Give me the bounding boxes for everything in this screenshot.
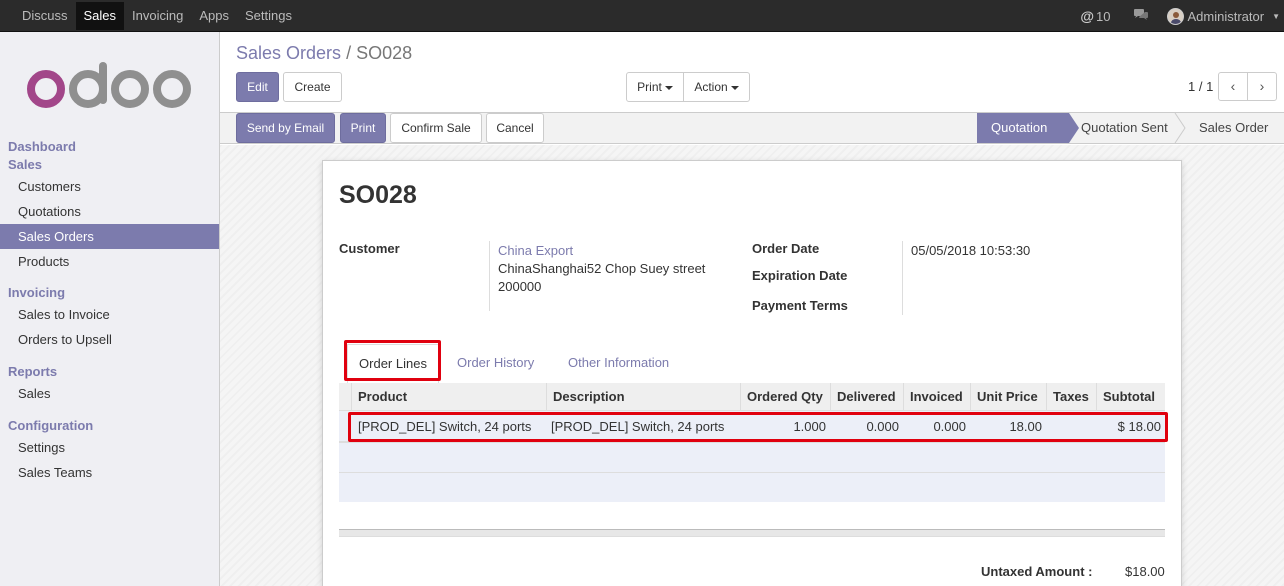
status-print-button[interactable]: Print xyxy=(340,113,386,143)
menu-head-reports[interactable]: Reports xyxy=(0,363,219,381)
pager-next-button[interactable]: › xyxy=(1247,72,1277,101)
header-delivered[interactable]: Delivered xyxy=(830,383,903,411)
order-title: SO028 xyxy=(339,181,417,209)
sidebar-item-settings[interactable]: Settings xyxy=(0,435,219,460)
tab-order-history[interactable]: Order History xyxy=(457,355,534,370)
menu-head-invoicing[interactable]: Invoicing xyxy=(0,284,219,302)
systray: @ 10 Administrator ▼ xyxy=(1080,0,1284,32)
customer-address-line-2: 200000 xyxy=(498,279,542,294)
header-product[interactable]: Product xyxy=(351,383,546,411)
menu-section-sales: Sales Customers Quotations Sales Orders … xyxy=(0,156,219,274)
pager-previous-button[interactable]: ‹ xyxy=(1218,72,1248,101)
menu-section-invoicing: Invoicing Sales to Invoice Orders to Ups… xyxy=(0,284,219,352)
sidebar: Dashboard Sales Customers Quotations Sal… xyxy=(0,32,220,586)
menu-head-sales[interactable]: Sales xyxy=(0,156,219,174)
expiration-date-label: Expiration Date xyxy=(752,268,848,283)
caret-down-icon xyxy=(730,85,739,90)
user-menu[interactable]: Administrator ▼ xyxy=(1166,7,1280,25)
sidebar-item-report-sales[interactable]: Sales xyxy=(0,381,219,406)
breadcrumb-parent[interactable]: Sales Orders xyxy=(236,43,341,63)
pager-value[interactable]: 1 / 1 xyxy=(1188,79,1213,94)
breadcrumb-current: SO028 xyxy=(356,43,413,63)
notebook-tabs: Order Lines Order History Other Informat… xyxy=(339,341,1165,384)
chat-icon[interactable] xyxy=(1133,8,1149,25)
sidebar-item-customers[interactable]: Customers xyxy=(0,174,219,199)
order-date-label: Order Date xyxy=(752,241,820,256)
mentions-button[interactable]: @ 10 xyxy=(1080,8,1110,24)
empty-table-row xyxy=(339,442,1165,472)
nav-settings[interactable]: Settings xyxy=(237,2,300,30)
header-subtotal[interactable]: Subtotal xyxy=(1096,383,1165,411)
create-button[interactable]: Create xyxy=(283,72,342,102)
stage-quotation-sent[interactable]: Quotation Sent xyxy=(1067,113,1175,143)
nav-discuss[interactable]: Discuss xyxy=(14,2,76,30)
customer-address-line-1: ChinaShanghai52 Chop Suey street xyxy=(498,261,706,276)
untaxed-amount-label: Untaxed Amount : xyxy=(981,564,1093,579)
header-unit-price[interactable]: Unit Price xyxy=(970,383,1046,411)
order-date-value[interactable]: 05/05/2018 10:53:30 xyxy=(911,243,1030,258)
caret-down-icon xyxy=(664,85,673,90)
header-handle-cell xyxy=(339,383,351,411)
chevron-right-icon: › xyxy=(1259,78,1265,94)
sidebar-item-sales-to-invoice[interactable]: Sales to Invoice xyxy=(0,302,219,327)
form-sheet: SO028 Customer China Export ChinaShangha… xyxy=(322,160,1182,586)
payment-terms-label: Payment Terms xyxy=(752,298,848,313)
breadcrumb: Sales Orders / SO028 xyxy=(236,43,412,64)
header-description[interactable]: Description xyxy=(546,383,740,411)
menu-head-configuration[interactable]: Configuration xyxy=(0,417,219,435)
sidebar-item-quotations[interactable]: Quotations xyxy=(0,199,219,224)
tab-other-information[interactable]: Other Information xyxy=(568,355,669,370)
table-footer xyxy=(339,529,1165,537)
header-ordered-qty[interactable]: Ordered Qty xyxy=(740,383,830,411)
edit-button[interactable]: Edit xyxy=(236,72,279,102)
nav-apps[interactable]: Apps xyxy=(191,2,237,30)
avatar xyxy=(1166,7,1184,25)
app-menu: Discuss Sales Invoicing Apps Settings xyxy=(14,0,300,32)
header-invoiced[interactable]: Invoiced xyxy=(903,383,970,411)
field-divider xyxy=(902,241,903,315)
chevron-down-icon: ▼ xyxy=(1272,11,1280,21)
table-header: Product Description Ordered Qty Delivere… xyxy=(339,383,1165,411)
print-dropdown-label: Print xyxy=(637,80,662,94)
sidebar-item-sales-teams[interactable]: Sales Teams xyxy=(0,460,219,485)
customer-link[interactable]: China Export xyxy=(498,243,573,258)
top-navbar: Discuss Sales Invoicing Apps Settings @ … xyxy=(0,0,1284,32)
sidebar-item-products[interactable]: Products xyxy=(0,249,219,274)
sidebar-item-sales-orders[interactable]: Sales Orders xyxy=(0,224,219,249)
mentions-count: 10 xyxy=(1096,8,1111,24)
odoo-logo[interactable] xyxy=(26,62,194,113)
user-name: Administrator xyxy=(1187,8,1265,24)
action-dropdown-label: Action xyxy=(694,80,728,94)
cancel-button[interactable]: Cancel xyxy=(486,113,544,143)
menu-section-configuration: Configuration Settings Sales Teams xyxy=(0,417,219,485)
highlight-box-row xyxy=(348,412,1168,442)
chevron-left-icon: ‹ xyxy=(1230,78,1236,94)
empty-table-row xyxy=(339,472,1165,502)
highlight-box-tab xyxy=(344,340,441,381)
send-by-email-button[interactable]: Send by Email xyxy=(236,113,335,143)
action-dropdown[interactable]: Action xyxy=(683,72,750,102)
sidebar-item-orders-to-upsell[interactable]: Orders to Upsell xyxy=(0,327,219,352)
menu-head-dashboard[interactable]: Dashboard xyxy=(0,138,219,156)
print-dropdown[interactable]: Print xyxy=(626,72,684,102)
breadcrumb-separator: / xyxy=(346,43,352,63)
confirm-sale-button[interactable]: Confirm Sale xyxy=(390,113,482,143)
field-divider xyxy=(489,241,490,311)
stage-progress: Quotation Quotation Sent Sales Order xyxy=(977,113,1284,143)
stage-sales-order[interactable]: Sales Order xyxy=(1185,113,1284,143)
menu-section-dashboard: Dashboard xyxy=(0,138,219,156)
stage-quotation[interactable]: Quotation xyxy=(977,113,1069,143)
at-icon: @ xyxy=(1080,8,1095,24)
header-taxes[interactable]: Taxes xyxy=(1046,383,1096,411)
nav-invoicing[interactable]: Invoicing xyxy=(124,2,191,30)
menu-section-reports: Reports Sales xyxy=(0,363,219,406)
nav-sales[interactable]: Sales xyxy=(75,2,125,30)
untaxed-amount-value: $18.00 xyxy=(1125,564,1165,579)
customer-label: Customer xyxy=(339,241,400,256)
